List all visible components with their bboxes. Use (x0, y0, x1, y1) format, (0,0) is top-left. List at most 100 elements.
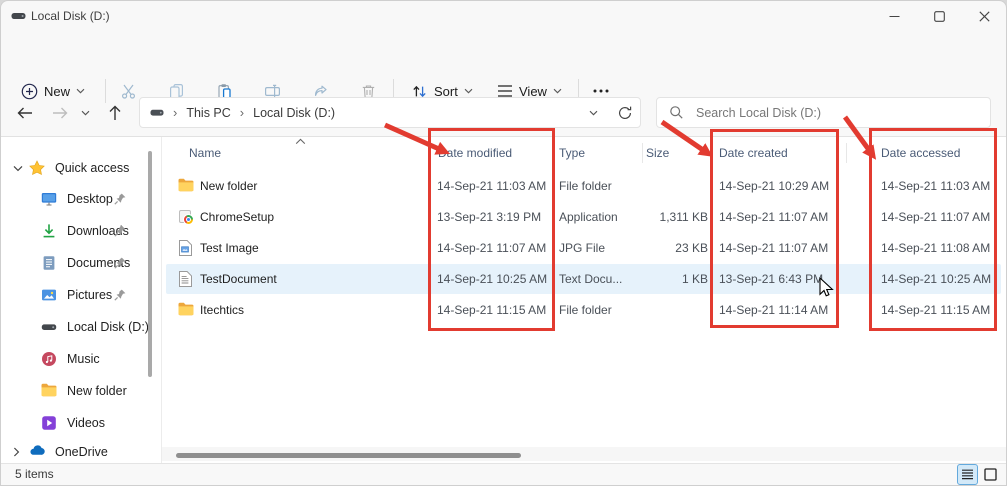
file-name[interactable]: Itechtics (200, 295, 244, 325)
forward-button[interactable] (46, 99, 74, 127)
sidebar-item-onedrive[interactable]: OneDrive (1, 437, 159, 463)
file-row[interactable]: Test Image 14-Sep-21 11:07 AM JPG File 2… (162, 233, 1006, 263)
sidebar-item-new-folder[interactable]: New folder (1, 376, 159, 406)
file-name[interactable]: TestDocument (200, 264, 277, 294)
search-input[interactable] (694, 104, 954, 121)
sidebar-item-label: OneDrive (55, 445, 108, 459)
sidebar-item-music[interactable]: Music (1, 344, 159, 374)
sort-ascending-icon (295, 138, 306, 145)
sidebar-item-label: Local Disk (D:) (67, 320, 149, 334)
details-view-icon (961, 469, 974, 480)
file-date-modified: 14-Sep-21 11:07 AM (437, 241, 547, 255)
maximize-icon (933, 10, 945, 22)
details-view-button[interactable] (957, 464, 978, 485)
recent-locations-button[interactable] (75, 99, 95, 127)
address-dropdown-button[interactable] (581, 97, 605, 128)
file-explorer-window: Local Disk (D:) New Sort View › This PC … (0, 0, 1007, 486)
search-icon (669, 105, 684, 120)
sidebar-item-label: Pictures (67, 288, 113, 302)
thumbnail-view-icon (984, 468, 997, 481)
refresh-icon (617, 105, 633, 121)
sidebar-item-quick-access[interactable]: Quick access (1, 153, 159, 183)
star-icon (29, 160, 45, 176)
file-date-accessed: 14-Sep-21 11:03 AM (881, 179, 991, 193)
address-bar[interactable]: › This PC › Local Disk (D:) (139, 97, 641, 128)
column-header-size[interactable]: Size (646, 139, 669, 167)
pictures-icon (41, 287, 57, 303)
text-file-icon (178, 271, 194, 287)
file-date-modified: 14-Sep-21 11:03 AM (437, 179, 547, 193)
address-chevron-icon (589, 110, 598, 116)
file-size: 1 KB (681, 272, 708, 286)
window-title: Local Disk (D:) (31, 9, 110, 23)
refresh-button[interactable] (611, 97, 639, 128)
maximize-button[interactable] (918, 1, 960, 31)
file-type: JPG File (559, 241, 606, 255)
breadcrumb-separator: › (239, 105, 245, 120)
file-date-modified: 13-Sep-21 3:19 PM (437, 210, 542, 224)
file-type: File folder (559, 179, 612, 193)
file-row[interactable]: ChromeSetup 13-Sep-21 3:19 PM Applicatio… (162, 202, 1006, 232)
mouse-cursor (819, 277, 834, 298)
horizontal-scrollbar-thumb[interactable] (176, 453, 521, 458)
file-type: File folder (559, 303, 612, 317)
back-button[interactable] (11, 99, 39, 127)
videos-icon (41, 415, 57, 431)
pin-icon (113, 224, 127, 238)
breadcrumb-this-pc[interactable]: This PC (186, 106, 230, 120)
file-name[interactable]: ChromeSetup (200, 202, 274, 232)
sidebar-item-label: Quick access (55, 161, 130, 175)
command-bar: New Sort View (1, 33, 1006, 103)
sidebar-item-local-disk-d[interactable]: Local Disk (D:) (1, 312, 159, 342)
column-header-date-modified[interactable]: Date modified (438, 139, 512, 167)
sidebar-scrollbar[interactable] (148, 151, 152, 377)
disk-icon (41, 319, 57, 335)
column-divider[interactable] (642, 143, 643, 163)
recent-locations-chevron-icon (81, 110, 90, 116)
up-button[interactable] (101, 99, 129, 127)
sidebar-item-label: Desktop (67, 192, 113, 206)
file-size: 1,311 KB (659, 210, 708, 224)
column-divider[interactable] (846, 143, 847, 163)
sidebar-item-documents[interactable]: Documents (1, 248, 159, 278)
file-date-created: 14-Sep-21 10:29 AM (719, 179, 830, 193)
file-date-modified: 14-Sep-21 10:25 AM (437, 272, 548, 286)
chrome-installer-icon (178, 209, 194, 225)
column-header-row: Name Date modified Type Size Date create… (162, 139, 1006, 167)
column-header-name[interactable]: Name (189, 139, 221, 167)
file-name[interactable]: Test Image (200, 233, 259, 263)
file-row-selected[interactable]: TestDocument 14-Sep-21 10:25 AM Text Doc… (162, 264, 1006, 294)
chevron-down-icon (13, 165, 23, 172)
sidebar-item-downloads[interactable]: Downloads (1, 216, 159, 246)
documents-icon (41, 255, 57, 271)
column-header-type[interactable]: Type (559, 139, 585, 167)
pin-icon (113, 192, 127, 206)
column-header-date-accessed[interactable]: Date accessed (881, 139, 960, 167)
chevron-right-icon (13, 447, 23, 457)
pin-icon (113, 256, 127, 270)
sidebar-item-pictures[interactable]: Pictures (1, 280, 159, 310)
item-count: 5 items (15, 467, 54, 481)
breadcrumb-separator: › (173, 105, 178, 120)
onedrive-cloud-icon (29, 444, 45, 460)
file-row[interactable]: Itechtics 14-Sep-21 11:15 AM File folder… (162, 295, 1006, 325)
close-button[interactable] (963, 1, 1005, 31)
content-area: Quick access Desktop Downloads Documents… (1, 137, 1006, 463)
file-date-accessed: 14-Sep-21 11:07 AM (881, 210, 991, 224)
drive-icon (11, 12, 26, 21)
sidebar-item-label: Music (67, 352, 100, 366)
file-size: 23 KB (675, 241, 708, 255)
sidebar-item-label: New folder (67, 384, 127, 398)
file-date-accessed: 14-Sep-21 10:25 AM (881, 272, 992, 286)
file-name[interactable]: New folder (200, 171, 257, 201)
sidebar-item-videos[interactable]: Videos (1, 408, 159, 438)
thumbnail-view-button[interactable] (980, 464, 1001, 485)
minimize-button[interactable] (873, 1, 915, 31)
column-header-date-created[interactable]: Date created (719, 139, 788, 167)
file-date-created: 14-Sep-21 11:07 AM (719, 210, 829, 224)
sidebar-item-desktop[interactable]: Desktop (1, 184, 159, 214)
title-bar: Local Disk (D:) (1, 1, 1006, 31)
search-box[interactable] (656, 97, 991, 128)
breadcrumb-current[interactable]: Local Disk (D:) (253, 106, 335, 120)
file-row[interactable]: New folder 14-Sep-21 11:03 AM File folde… (162, 171, 1006, 201)
